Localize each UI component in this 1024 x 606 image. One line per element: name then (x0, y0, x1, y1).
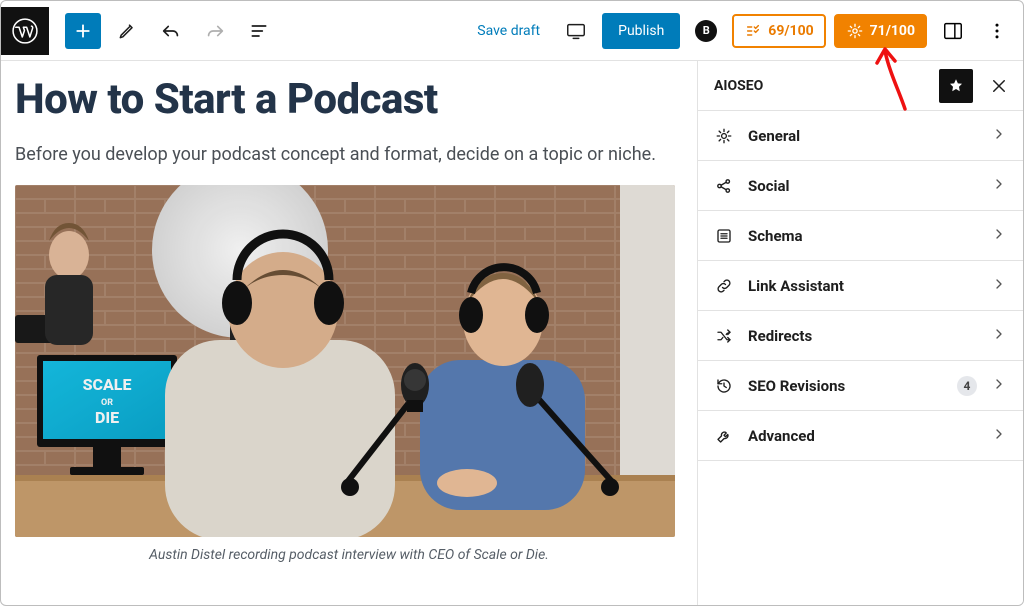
sidebar-item-label: General (748, 127, 977, 145)
chevron-right-icon (991, 276, 1007, 296)
aioseo-sidebar: AIOSEO General Social Schema Link Assistant… (697, 61, 1023, 605)
document-overview-button[interactable] (241, 13, 277, 49)
bold-b-icon: B (695, 20, 717, 42)
sidebar-close-button[interactable] (981, 68, 1017, 104)
plugin-badge-button[interactable]: B (688, 13, 724, 49)
list-icon (714, 226, 734, 246)
options-menu-button[interactable] (979, 13, 1015, 49)
sidebar-item-label: Social (748, 177, 977, 195)
sidebar-title: AIOSEO (714, 78, 931, 94)
sidebar-item-link-assistant[interactable]: Link Assistant (698, 261, 1023, 311)
sidebar-item-label: Redirects (748, 327, 977, 345)
gear-icon (714, 126, 734, 146)
editor-toolbar: Save draft Publish B 69/100 71/100 (1, 1, 1023, 61)
chevron-right-icon (991, 176, 1007, 196)
settings-panel-toggle[interactable] (935, 13, 971, 49)
post-image[interactable]: SCALE OR DIE (15, 185, 675, 537)
seo-score-value: 71/100 (870, 23, 915, 39)
chevron-right-icon (991, 426, 1007, 446)
tools-button[interactable] (109, 13, 145, 49)
sidebar-item-label: SEO Revisions (748, 377, 937, 395)
wordpress-icon (12, 18, 38, 44)
seo-score-badge[interactable]: 71/100 (834, 14, 927, 48)
redo-icon (204, 20, 226, 42)
readability-score-value: 69/100 (768, 23, 813, 39)
preview-button[interactable] (558, 13, 594, 49)
shuffle-icon (714, 326, 734, 346)
sidebar-item-schema[interactable]: Schema (698, 211, 1023, 261)
editor-canvas[interactable]: How to Start a Podcast Before you develo… (1, 61, 697, 605)
history-icon (714, 376, 734, 396)
sidebar-item-count: 4 (957, 376, 977, 396)
close-icon (990, 77, 1008, 95)
redo-button[interactable] (197, 13, 233, 49)
gear-icon (846, 22, 864, 40)
chevron-right-icon (991, 326, 1007, 346)
desktop-icon (565, 20, 587, 42)
undo-icon (160, 20, 182, 42)
sidebar-header: AIOSEO (698, 61, 1023, 111)
sidebar-item-label: Schema (748, 227, 977, 245)
post-title[interactable]: How to Start a Podcast (15, 75, 683, 124)
chevron-right-icon (991, 226, 1007, 246)
list-view-icon (249, 21, 269, 41)
wrench-icon (714, 426, 734, 446)
save-draft-button[interactable]: Save draft (467, 15, 550, 47)
plus-icon (72, 20, 94, 42)
wordpress-logo[interactable] (1, 7, 49, 55)
chevron-right-icon (991, 126, 1007, 146)
sidebar-item-social[interactable]: Social (698, 161, 1023, 211)
image-caption[interactable]: Austin Distel recording podcast intervie… (15, 547, 683, 563)
sidebar-item-label: Advanced (748, 427, 977, 445)
checklist-icon (744, 22, 762, 40)
kebab-icon (987, 21, 1007, 41)
undo-button[interactable] (153, 13, 189, 49)
post-intro-paragraph[interactable]: Before you develop your podcast concept … (15, 144, 683, 165)
add-block-button[interactable] (65, 13, 101, 49)
sidebar-icon (942, 20, 964, 42)
sidebar-item-seo-revisions[interactable]: SEO Revisions 4 (698, 361, 1023, 411)
pencil-icon (117, 21, 137, 41)
link-icon (714, 276, 734, 296)
podcast-illustration: SCALE OR DIE (15, 185, 675, 537)
readability-score-badge[interactable]: 69/100 (732, 14, 825, 48)
sidebar-item-label: Link Assistant (748, 277, 977, 295)
sidebar-item-advanced[interactable]: Advanced (698, 411, 1023, 461)
chevron-right-icon (991, 376, 1007, 396)
post-image-figure[interactable]: SCALE OR DIE (15, 185, 683, 563)
publish-button[interactable]: Publish (602, 13, 680, 49)
sidebar-star-button[interactable] (939, 69, 973, 103)
sidebar-item-redirects[interactable]: Redirects (698, 311, 1023, 361)
star-icon (947, 77, 965, 95)
sidebar-item-general[interactable]: General (698, 111, 1023, 161)
share-icon (714, 176, 734, 196)
